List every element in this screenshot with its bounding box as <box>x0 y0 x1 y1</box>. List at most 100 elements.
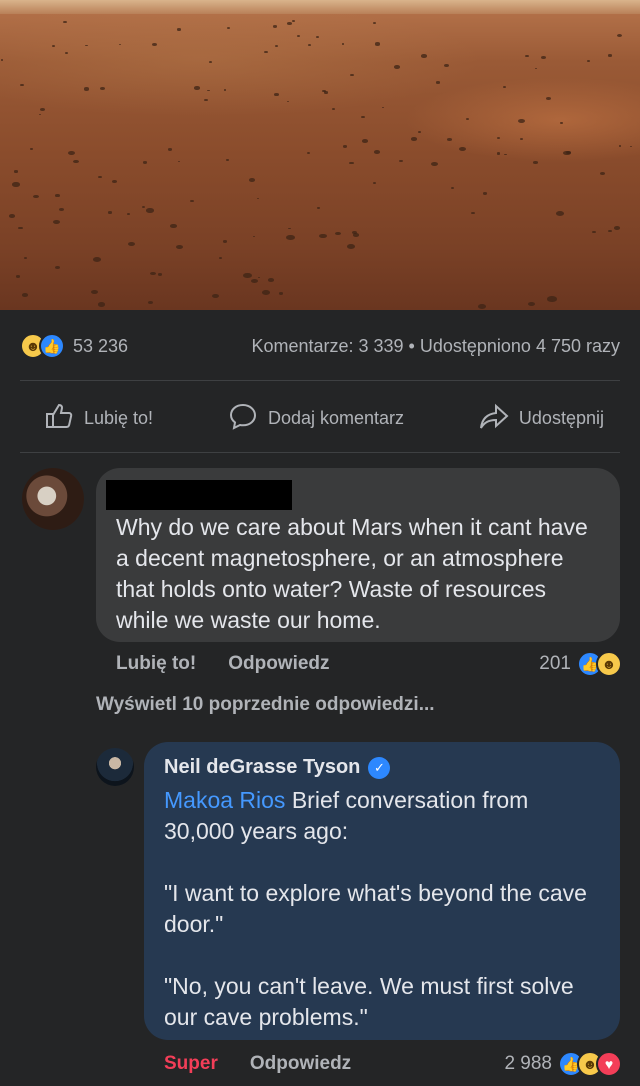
mention-link[interactable]: Makoa Rios <box>164 787 285 813</box>
pebble <box>20 83 24 86</box>
pebble <box>262 289 271 295</box>
horizon <box>0 0 640 14</box>
pebble <box>431 162 439 167</box>
pebble <box>545 97 552 101</box>
pebble <box>68 151 75 156</box>
pebble <box>319 233 327 239</box>
comment-meta-row: Lubię to! Odpowiedz 201 👍 ☻ <box>116 648 622 680</box>
comment-reactions[interactable]: 201 👍 ☻ <box>539 651 622 677</box>
pebble <box>341 43 344 45</box>
pebble <box>85 44 89 47</box>
comment-label: Dodaj komentarz <box>267 407 405 428</box>
pebble <box>465 118 469 121</box>
view-previous-replies-link[interactable]: Wyświetl 10 poprzednie odpowiedzi... <box>96 694 435 716</box>
pebble <box>263 51 268 54</box>
pebble <box>207 89 210 92</box>
pebble <box>63 21 68 24</box>
reply-text: Makoa Rios Brief conversation from 30,00… <box>164 785 600 1033</box>
pebble <box>248 178 255 182</box>
pebble <box>519 137 524 140</box>
comment-button[interactable]: Dodaj komentarz <box>228 401 404 436</box>
pebble <box>307 151 310 154</box>
comment-like-link[interactable]: Lubię to! <box>116 653 196 675</box>
pebble <box>335 231 341 236</box>
pebble <box>0 58 4 61</box>
pebble <box>23 256 27 259</box>
reply-meta-row: Super Odpowiedz 2 988 👍 ☻ ♥ <box>164 1048 622 1080</box>
pebble <box>599 171 605 175</box>
pebble <box>274 92 280 96</box>
pebble <box>53 219 61 224</box>
pebble <box>223 89 226 91</box>
pebble <box>33 195 39 199</box>
pebble <box>177 160 181 163</box>
reply-reactions[interactable]: 2 988 👍 ☻ ♥ <box>504 1051 622 1077</box>
pebble <box>608 230 613 233</box>
pebble <box>151 42 158 46</box>
pebble <box>586 60 591 63</box>
like-button[interactable]: Lubię to! <box>44 401 153 436</box>
pebble <box>112 179 117 183</box>
commenter-avatar[interactable] <box>22 468 84 530</box>
pebble <box>15 275 20 278</box>
pebble <box>209 60 212 63</box>
pebble <box>459 146 466 151</box>
reply-bubble: Neil deGrasse Tyson ✓ Makoa Rios Brief c… <box>144 742 620 1040</box>
pebble <box>118 43 121 45</box>
comment-text: Why do we care about Mars when it cant h… <box>116 514 588 633</box>
pebble <box>12 182 20 187</box>
pebble <box>147 300 154 305</box>
reply-author-name[interactable]: Neil deGrasse Tyson <box>164 756 360 779</box>
mars-landscape-image[interactable] <box>0 0 640 310</box>
pebble <box>556 211 565 217</box>
reply-reply-link[interactable]: Odpowiedz <box>250 1053 351 1075</box>
pebble <box>127 212 131 215</box>
post-actions: Lubię to! Dodaj komentarz Udostępnij <box>0 392 640 444</box>
share-label: Udostępnij <box>518 407 604 428</box>
pebble <box>226 159 229 161</box>
pebble <box>64 52 69 55</box>
pebble <box>194 86 200 90</box>
pebble <box>92 256 101 262</box>
pebble <box>167 148 173 152</box>
pebble <box>525 55 529 58</box>
pebble <box>275 45 279 48</box>
reply-author-avatar[interactable] <box>96 748 134 786</box>
redacted-author-name <box>106 480 292 510</box>
reply-reaction-count: 2 988 <box>504 1053 552 1074</box>
pebble <box>346 244 356 250</box>
post-reactions[interactable]: ☻ 👍 <box>20 333 65 359</box>
haha-reaction-icon: ☻ <box>596 651 622 677</box>
pebble <box>243 272 253 279</box>
pebble <box>616 34 623 38</box>
pebble <box>272 24 278 28</box>
love-reaction-icon: ♥ <box>596 1051 622 1077</box>
pebble <box>399 160 403 163</box>
reply-super-link[interactable]: Super <box>164 1053 218 1075</box>
share-button[interactable]: Udostępnij <box>479 401 604 436</box>
pebble <box>477 303 487 309</box>
pebble <box>251 278 259 283</box>
pebble <box>373 150 381 155</box>
pebble <box>38 114 41 116</box>
pebble <box>100 86 106 90</box>
pebble <box>372 182 377 185</box>
pebble <box>547 295 557 302</box>
pebble <box>142 206 146 208</box>
comment-reply-link[interactable]: Odpowiedz <box>228 653 329 675</box>
pebble <box>97 175 102 179</box>
pebble <box>591 230 596 234</box>
pebble <box>146 208 154 213</box>
pebble <box>218 256 223 259</box>
pebble <box>8 214 16 219</box>
pebble <box>40 108 45 112</box>
pebble <box>22 293 29 298</box>
pebble <box>190 199 195 203</box>
pebble <box>18 226 23 230</box>
pebble <box>227 26 231 29</box>
comments-shares-count[interactable]: Komentarze: 3 339 • Udostępniono 4 750 r… <box>251 336 620 357</box>
share-arrow-icon <box>479 401 509 436</box>
post-stats-row: ☻ 👍 53 236 Komentarze: 3 339 • Udostępni… <box>0 326 640 366</box>
reaction-count[interactable]: 53 236 <box>73 336 128 357</box>
pebble <box>504 153 508 156</box>
